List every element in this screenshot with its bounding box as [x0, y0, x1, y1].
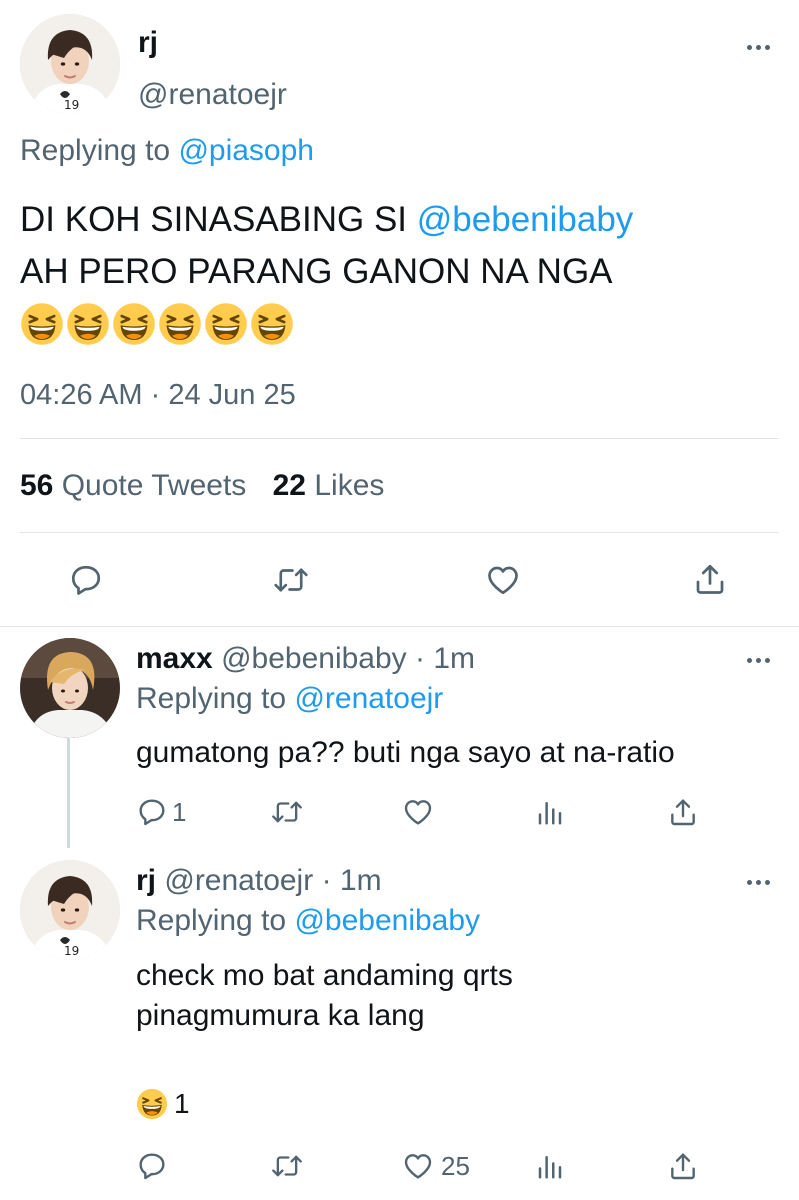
mention-link[interactable]: @bebenibaby	[417, 200, 634, 239]
more-options-icon[interactable]	[747, 880, 770, 885]
divider	[20, 532, 779, 533]
tweet-text-part: DI KOH SINASABING SI	[20, 200, 408, 239]
like-count: 25	[441, 1150, 470, 1181]
more-options-icon[interactable]	[747, 45, 770, 50]
reply-text: gumatong pa?? buti nga sayo at na-ratio	[136, 736, 675, 770]
author-name[interactable]: rj	[138, 26, 158, 60]
emoji-row	[20, 298, 790, 350]
retweet-icon[interactable]	[270, 796, 304, 828]
reply-icon[interactable]	[136, 1150, 168, 1182]
avatar[interactable]	[20, 860, 120, 960]
laughing-emoji-icon	[204, 302, 248, 346]
tweet-text: DI KOH SINASABING SI @bebenibaby AH PERO…	[20, 194, 790, 350]
share-icon[interactable]	[692, 560, 728, 598]
thread-line	[67, 724, 70, 848]
analytics-icon[interactable]	[535, 1150, 565, 1182]
engagement-stats: 56 Quote Tweets 22 Likes	[20, 469, 384, 503]
reaction-count: 1	[174, 1088, 190, 1119]
replying-to-mention[interactable]: @bebenibaby	[294, 904, 480, 937]
retweet-icon[interactable]	[270, 1150, 304, 1182]
dot-separator: ·	[321, 864, 332, 897]
dot-separator: ·	[415, 642, 426, 675]
share-icon[interactable]	[667, 1149, 699, 1183]
reply-author-handle[interactable]: @renatoejr	[164, 864, 313, 897]
reply-text: check mo bat andaming qrts pinagmumura k…	[136, 956, 513, 1036]
like-count: 22	[272, 469, 306, 502]
replying-to-mention[interactable]: @piasoph	[178, 134, 314, 167]
avatar[interactable]	[20, 14, 120, 114]
reply-icon[interactable]	[68, 562, 104, 598]
laughing-emoji-icon	[250, 302, 294, 346]
reply-author-name[interactable]: rj	[136, 864, 156, 897]
tweet-date: 24 Jun 25	[168, 379, 296, 411]
replying-to-label: Replying to	[20, 134, 171, 167]
reply-header: maxx @bebenibaby · 1m	[136, 642, 475, 676]
divider	[0, 626, 799, 627]
laughing-emoji-icon	[136, 1088, 168, 1120]
likes-stat[interactable]: 22 Likes	[273, 469, 385, 502]
reply-time[interactable]: 1m	[433, 642, 475, 675]
quote-label: Quote Tweets	[61, 469, 247, 502]
quote-count: 56	[20, 469, 54, 502]
like-icon[interactable]: 25	[401, 1150, 470, 1182]
more-options-icon[interactable]	[747, 658, 770, 663]
avatar[interactable]	[20, 638, 120, 738]
retweet-icon[interactable]	[272, 562, 310, 598]
reply-text-line: check mo bat andaming qrts	[136, 959, 513, 992]
reply-icon[interactable]: 1	[136, 796, 186, 828]
laughing-emoji-icon	[66, 302, 110, 346]
replying-to: Replying to @renatoejr	[136, 682, 443, 716]
tweet-text-part: AH PERO PARANG GANON NA NGA	[20, 252, 613, 291]
reply-count: 1	[172, 796, 187, 827]
replying-to-label: Replying to	[136, 904, 287, 937]
quote-tweets-stat[interactable]: 56 Quote Tweets	[20, 469, 255, 502]
share-icon[interactable]	[667, 795, 699, 829]
tweet-time: 04:26 AM	[20, 379, 143, 411]
replying-to: Replying to @piasoph	[20, 134, 314, 168]
reply-header: rj @renatoejr · 1m	[136, 864, 382, 898]
reply-text-line: pinagmumura ka lang	[136, 999, 425, 1032]
like-icon[interactable]	[484, 562, 522, 598]
analytics-icon[interactable]	[535, 796, 565, 828]
reply-time[interactable]: 1m	[340, 864, 382, 897]
laughing-emoji-icon	[20, 302, 64, 346]
reply-text-line: gumatong pa?? buti nga sayo at na-ratio	[136, 736, 675, 769]
dot-separator: ·	[150, 379, 161, 411]
like-label: Likes	[314, 469, 385, 502]
replying-to-mention[interactable]: @renatoejr	[294, 682, 443, 715]
replying-to-label: Replying to	[136, 682, 287, 715]
divider	[20, 438, 779, 439]
replying-to: Replying to @bebenibaby	[136, 904, 480, 938]
reply-author-name[interactable]: maxx	[136, 642, 213, 675]
author-handle[interactable]: @renatoejr	[138, 78, 287, 112]
like-icon[interactable]	[401, 796, 435, 828]
reaction-badge[interactable]: 1	[136, 1088, 190, 1120]
timestamp[interactable]: 04:26 AM · 24 Jun 25	[20, 378, 296, 412]
laughing-emoji-icon	[158, 302, 202, 346]
reply-author-handle[interactable]: @bebenibaby	[221, 642, 407, 675]
laughing-emoji-icon	[112, 302, 156, 346]
